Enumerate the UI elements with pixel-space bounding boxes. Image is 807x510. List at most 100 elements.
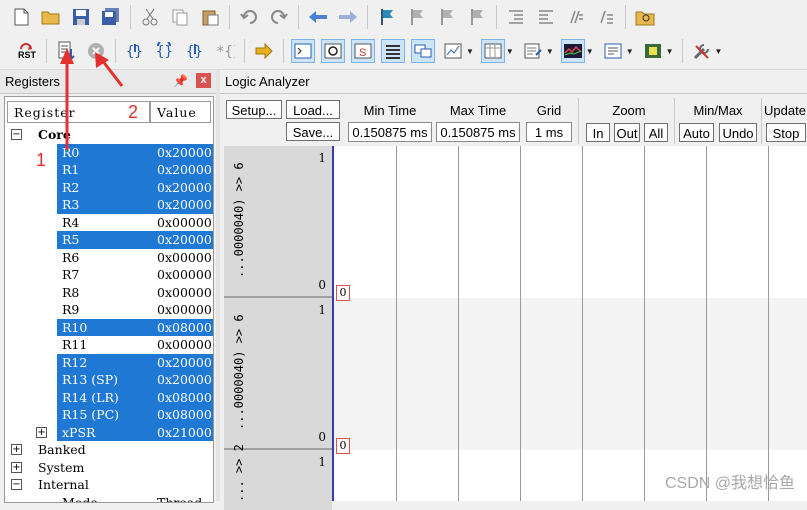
stop-button[interactable]	[84, 39, 108, 63]
reset-button[interactable]: RST	[15, 39, 39, 63]
close-icon[interactable]: x	[196, 73, 211, 88]
new-file-icon[interactable]	[9, 5, 33, 29]
undo-icon[interactable]	[237, 5, 261, 29]
register-row[interactable]: R15 (PC) 0x08000	[5, 406, 213, 424]
load-button[interactable]: Load...	[286, 100, 340, 119]
register-name: R15 (PC)	[62, 407, 120, 422]
pane-splitter[interactable]	[216, 70, 220, 501]
group-internal[interactable]: − Internal	[5, 476, 213, 494]
unindent-icon[interactable]	[534, 5, 558, 29]
register-row[interactable]: R8 0x00000	[5, 284, 213, 302]
setup-button[interactable]: Setup...	[226, 100, 282, 119]
expand-icon[interactable]: +	[11, 444, 22, 455]
nav-back-icon[interactable]	[306, 5, 330, 29]
register-row[interactable]: R11 0x00000	[5, 336, 213, 354]
logic-analyzer-title: Logic Analyzer	[225, 74, 310, 89]
time-cursor[interactable]	[332, 146, 334, 501]
redo-icon[interactable]	[267, 5, 291, 29]
register-row[interactable]: R10 0x08000	[5, 318, 213, 336]
system-viewer-icon[interactable]	[641, 39, 665, 63]
indent-icon[interactable]	[504, 5, 528, 29]
uncomment-icon[interactable]	[594, 5, 618, 29]
chevron-down-icon[interactable]: ▼	[715, 47, 723, 56]
chevron-down-icon[interactable]: ▼	[586, 47, 594, 56]
nav-forward-icon[interactable]	[336, 5, 360, 29]
bookmark-prev-icon[interactable]	[405, 5, 429, 29]
auto-button[interactable]: Auto	[679, 123, 714, 142]
logic-analyzer-waveform-area[interactable]: ...0000040) >> 6 1 0 0 ...0000040) >> 6 …	[224, 146, 807, 510]
register-row[interactable]: R3 0x20000	[5, 196, 213, 214]
memory-window-icon[interactable]	[480, 39, 505, 63]
trace-window-icon[interactable]	[601, 39, 625, 63]
zoom-in-button[interactable]: In	[586, 123, 610, 142]
pin-icon[interactable]: 📌	[173, 74, 188, 88]
chevron-down-icon[interactable]: ▼	[546, 47, 554, 56]
register-row[interactable]: R7 0x00000	[5, 266, 213, 284]
show-next-statement-icon[interactable]	[252, 39, 276, 63]
zoom-all-button[interactable]: All	[644, 123, 668, 142]
step-into-icon[interactable]: {}	[123, 39, 147, 63]
register-row[interactable]: R5 0x20000	[5, 231, 213, 249]
undo-button[interactable]: Undo	[719, 123, 757, 142]
symbols-window-icon[interactable]: S	[351, 39, 375, 63]
run-button[interactable]	[54, 39, 78, 63]
command-window-icon[interactable]	[291, 39, 315, 63]
stop-update-button[interactable]: Stop	[766, 123, 806, 142]
bookmark-clear-icon[interactable]	[465, 5, 489, 29]
expand-icon[interactable]: +	[36, 426, 47, 438]
chevron-down-icon[interactable]: ▼	[666, 47, 674, 56]
zoom-out-button[interactable]: Out	[614, 123, 640, 142]
register-row[interactable]: + xPSR 0x21000	[5, 423, 213, 441]
cut-icon[interactable]	[138, 5, 162, 29]
disassembly-window-icon[interactable]	[321, 39, 345, 63]
collapse-icon[interactable]: −	[11, 129, 22, 140]
expand-icon[interactable]: +	[11, 461, 22, 473]
column-header-value[interactable]: Value	[150, 101, 211, 123]
collapse-icon[interactable]: −	[11, 479, 22, 490]
find-in-files-icon[interactable]	[633, 5, 657, 29]
step-out-icon[interactable]: {}	[183, 39, 207, 63]
group-core[interactable]: − Core	[5, 126, 213, 144]
chevron-down-icon[interactable]: ▼	[626, 47, 634, 56]
serial-window-icon[interactable]	[521, 39, 545, 63]
signal-label[interactable]: ... >> 2 1	[224, 444, 332, 510]
register-row[interactable]: R9 0x00000	[5, 301, 213, 319]
register-name: R5	[62, 232, 80, 247]
step-over-icon[interactable]: {}	[153, 39, 177, 63]
register-name: R8	[62, 284, 80, 300]
register-row[interactable]: R4 0x00000	[5, 214, 213, 232]
register-row-mode[interactable]: Mode Thread	[5, 494, 213, 503]
bookmark-icon[interactable]	[375, 5, 399, 29]
paste-icon[interactable]	[198, 5, 222, 29]
copy-icon[interactable]	[168, 5, 192, 29]
chevron-down-icon[interactable]: ▼	[506, 47, 514, 56]
watch-window-icon[interactable]	[441, 39, 465, 63]
chevron-down-icon[interactable]: ▼	[466, 47, 474, 56]
bookmark-next-icon[interactable]	[435, 5, 459, 29]
open-folder-icon[interactable]	[39, 5, 63, 29]
group-banked[interactable]: + Banked	[5, 441, 213, 459]
register-row[interactable]: R13 (SP) 0x20000	[5, 371, 213, 389]
register-value: 0x00000	[157, 267, 212, 282]
group-system[interactable]: + System	[5, 459, 213, 477]
save-button[interactable]: Save...	[286, 122, 340, 141]
comment-icon[interactable]	[564, 5, 588, 29]
register-value: 0x08000	[157, 389, 212, 405]
register-name: R10	[62, 319, 88, 335]
register-row[interactable]: R2 0x20000	[5, 178, 213, 196]
logic-analyzer-controls: Setup... Load... Save... Min Time 0.1508…	[224, 96, 807, 146]
register-row[interactable]: R6 0x00000	[5, 249, 213, 267]
register-row[interactable]: R14 (LR) 0x08000	[5, 388, 213, 406]
analysis-window-icon[interactable]	[560, 39, 585, 63]
register-name: R12	[62, 354, 88, 370]
save-icon[interactable]	[69, 5, 93, 29]
registers-window-icon[interactable]	[381, 39, 405, 63]
signal-label[interactable]: ...0000040) >> 6 1 0	[224, 146, 332, 298]
register-value: 0x00000	[157, 302, 212, 317]
run-to-cursor-icon[interactable]: *{}	[213, 39, 237, 63]
signal-label[interactable]: ...0000040) >> 6 1 0	[224, 298, 332, 450]
register-row[interactable]: R12 0x20000	[5, 353, 213, 371]
save-all-icon[interactable]	[99, 5, 123, 29]
toolbox-icon[interactable]	[690, 39, 714, 63]
call-stack-window-icon[interactable]	[411, 39, 435, 63]
